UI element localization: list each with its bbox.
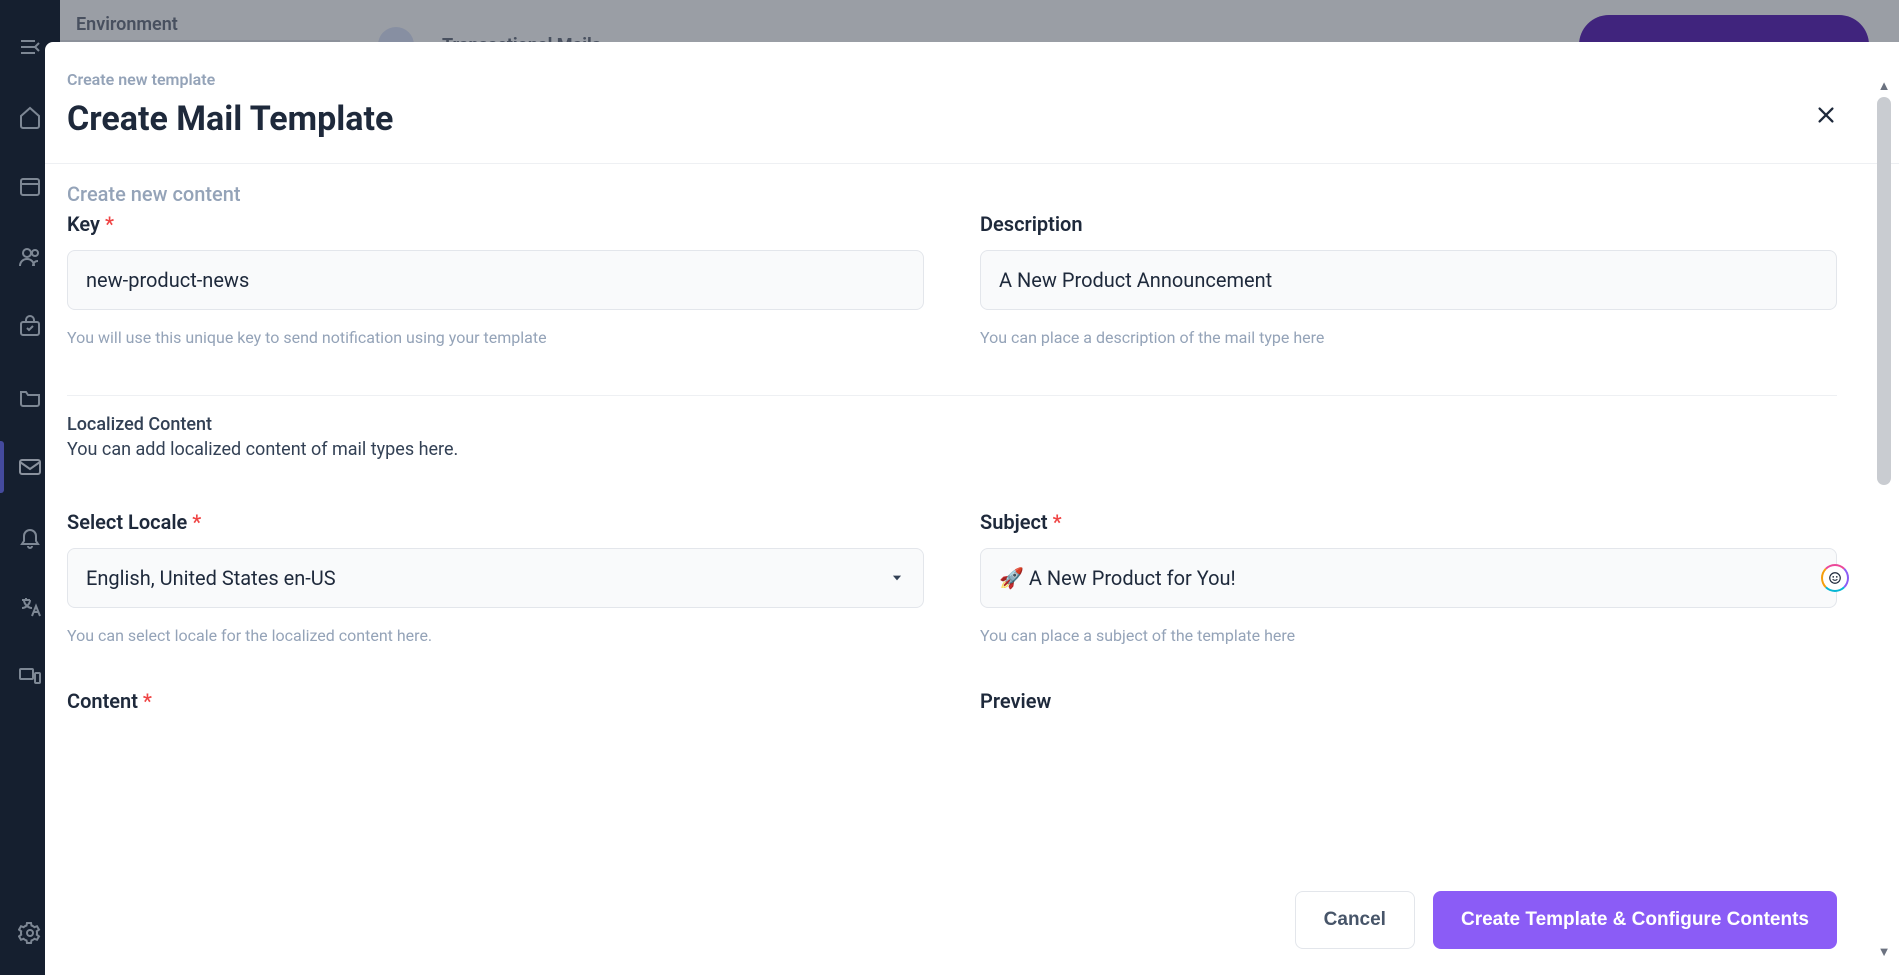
create-template-button[interactable]: Create Template & Configure Contents	[1433, 891, 1837, 949]
locale-helper: You can select locale for the localized …	[67, 626, 924, 645]
scrollbar-thumb[interactable]	[1877, 97, 1891, 485]
localized-content-heading: Localized Content	[67, 414, 1837, 435]
preview-label: Preview	[980, 689, 1837, 713]
content-label: Content *	[67, 689, 924, 713]
section-heading: Create new content	[67, 182, 1837, 206]
breadcrumb: Create new template	[67, 70, 1837, 89]
cancel-button[interactable]: Cancel	[1295, 891, 1415, 949]
key-label: Key *	[67, 212, 924, 236]
close-button[interactable]	[1811, 100, 1841, 130]
description-label: Description	[980, 212, 1837, 236]
scroll-down-icon[interactable]: ▼	[1878, 946, 1891, 959]
emoji-picker-icon[interactable]	[1821, 564, 1849, 592]
locale-select[interactable]	[67, 548, 924, 608]
modal-footer: Cancel Create Template & Configure Conte…	[1295, 891, 1837, 949]
subject-input[interactable]	[980, 548, 1837, 608]
modal-title: Create Mail Template	[67, 99, 1837, 139]
key-input[interactable]	[67, 250, 924, 310]
subject-helper: You can place a subject of the template …	[980, 626, 1837, 645]
subject-label: Subject *	[980, 510, 1837, 534]
create-mail-template-modal: ▲ ▼ Create new template Create Mail Temp…	[45, 42, 1899, 975]
close-icon	[1815, 104, 1837, 126]
description-input[interactable]	[980, 250, 1837, 310]
key-helper: You will use this unique key to send not…	[67, 328, 924, 347]
localized-content-description: You can add localized content of mail ty…	[67, 439, 1837, 460]
description-helper: You can place a description of the mail …	[980, 328, 1837, 347]
locale-label: Select Locale *	[67, 510, 924, 534]
